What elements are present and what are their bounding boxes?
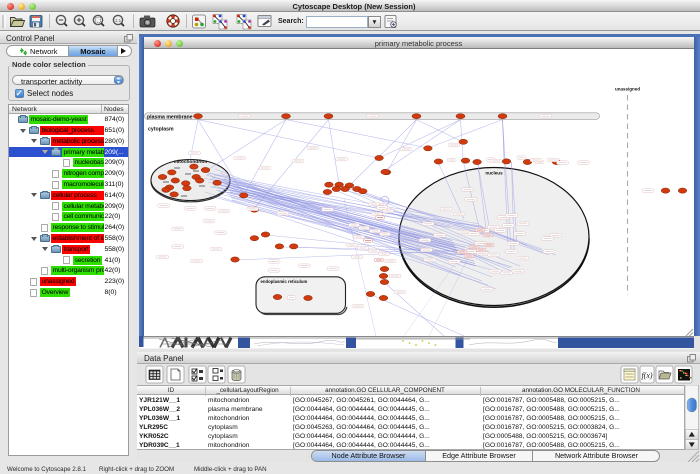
svg-text:f(x): f(x) (641, 371, 652, 380)
svg-text:endoplasmic reticulum: endoplasmic reticulum (260, 279, 307, 284)
svg-text:plasma membrane: plasma membrane (147, 114, 193, 120)
svg-text:unassigned: unassigned (614, 87, 639, 92)
svg-text:1:1: 1:1 (115, 18, 122, 23)
svg-text:cytoplasm: cytoplasm (148, 127, 174, 133)
svg-text:mitochondrion: mitochondrion (173, 159, 207, 165)
svg-text:nucleus: nucleus (485, 171, 503, 176)
